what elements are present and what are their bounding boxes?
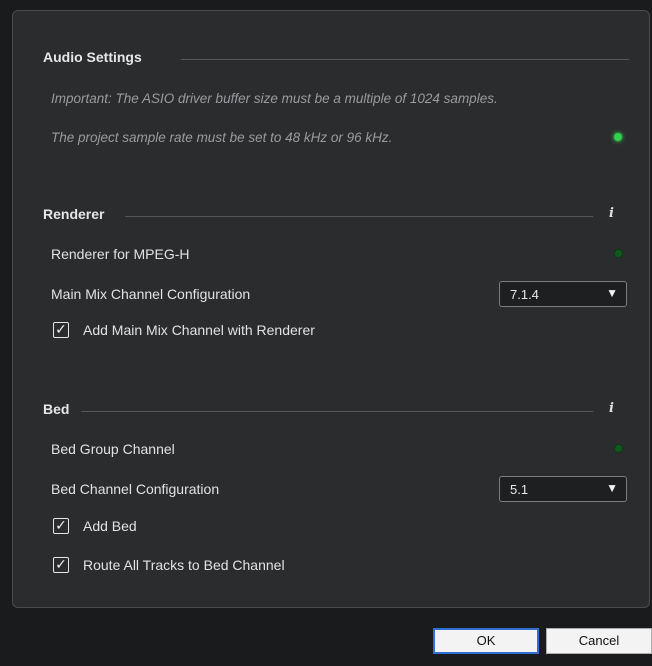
bed-channel-config-value: 5.1 [510,482,529,497]
audio-settings-title: Audio Settings [43,49,142,65]
route-tracks-label: Route All Tracks to Bed Channel [83,557,285,573]
bed-channel-config-label: Bed Channel Configuration [51,481,220,497]
main-mix-config-dropdown[interactable]: 7.1.4 ▼ [499,281,627,307]
renderer-info-icon[interactable]: i [609,206,614,221]
bed-channel-config-dropdown[interactable]: 5.1 ▼ [499,476,627,502]
audio-settings-divider [181,59,629,60]
add-bed-checkbox[interactable]: ✓ [53,518,69,534]
ok-button[interactable]: OK [433,628,539,654]
add-main-mix-label: Add Main Mix Channel with Renderer [83,322,315,338]
renderer-status-led [614,249,623,258]
buffer-size-note: Important: The ASIO driver buffer size m… [51,91,498,106]
bed-title: Bed [43,401,70,417]
bed-divider [81,411,593,412]
bed-info-icon[interactable]: i [609,401,614,416]
sample-rate-note: The project sample rate must be set to 4… [51,130,393,145]
main-mix-config-value: 7.1.4 [510,287,539,302]
dropdown-arrow-icon: ▼ [606,286,618,300]
bed-group-status-led [614,444,623,453]
bed-group-channel-label: Bed Group Channel [51,441,175,457]
renderer-mpegh-label: Renderer for MPEG-H [51,246,190,262]
main-mix-config-label: Main Mix Channel Configuration [51,286,251,302]
cancel-button[interactable]: Cancel [546,628,652,654]
dropdown-arrow-icon: ▼ [606,481,618,495]
add-bed-label: Add Bed [83,518,137,534]
renderer-divider [125,216,593,217]
route-tracks-checkbox[interactable]: ✓ [53,557,69,573]
audio-settings-panel: Audio Settings Important: The ASIO drive… [12,10,650,608]
sample-rate-status-led [614,133,622,141]
add-main-mix-checkbox[interactable]: ✓ [53,322,69,338]
renderer-title: Renderer [43,206,105,222]
